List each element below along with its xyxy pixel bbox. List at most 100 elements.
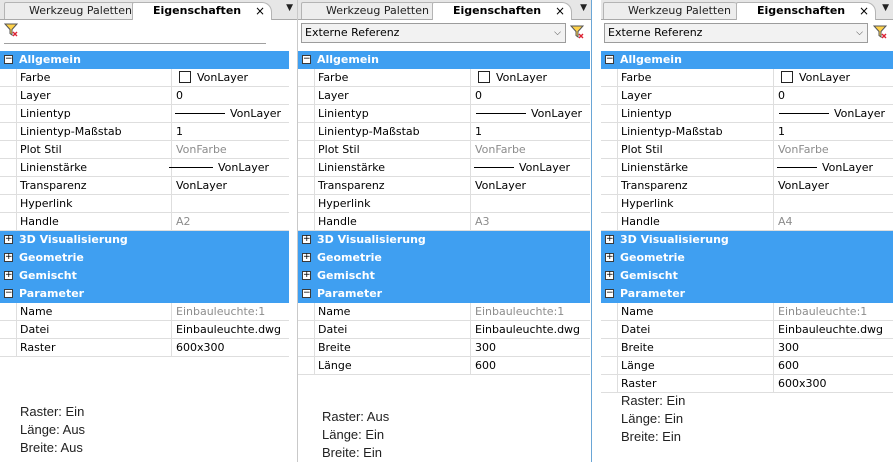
minus-box-icon[interactable]: − <box>4 289 13 298</box>
category-3d-visualization[interactable]: +3D Visualisierung <box>601 231 893 249</box>
minus-box-icon[interactable]: − <box>302 289 311 298</box>
prop-file[interactable]: Datei Einbauleuchte.dwg <box>298 321 590 339</box>
plus-box-icon[interactable]: + <box>4 235 13 244</box>
selection-dropdown[interactable]: Externe Referenz ⌵ <box>604 23 868 43</box>
filter-select-icon[interactable] <box>873 25 887 39</box>
prop-plot-style[interactable]: Plot Stil VonFarbe <box>601 141 893 159</box>
close-icon[interactable]: × <box>255 3 265 19</box>
prop-linetype-scale[interactable]: Linientyp-Maßstab 1 <box>601 123 893 141</box>
panel-menu-icon[interactable]: ▼ <box>882 3 889 13</box>
prop-value: VonLayer <box>475 179 527 192</box>
chevron-down-icon[interactable]: ⌵ <box>554 24 561 42</box>
prop-breite[interactable]: Breite 300 <box>601 339 893 357</box>
note-line: Breite: Aus <box>20 440 83 455</box>
prop-hyperlink[interactable]: Hyperlink <box>0 195 289 213</box>
tab-label: Werkzeug Paletten <box>29 4 132 17</box>
category-parameters[interactable]: − Parameter <box>0 285 289 303</box>
prop-linetype[interactable]: Linientyp VonLayer <box>0 105 289 123</box>
panel-menu-icon[interactable]: ▼ <box>580 3 587 13</box>
plus-box-icon[interactable]: + <box>605 235 614 244</box>
prop-label: Transparenz <box>617 177 774 194</box>
plus-box-icon[interactable]: + <box>302 253 311 262</box>
prop-value: A4 <box>778 215 793 228</box>
prop-handle[interactable]: Handle A3 <box>298 213 590 231</box>
line-sample <box>174 113 225 114</box>
prop-label: Handle <box>617 213 774 230</box>
category-mixed[interactable]: + Gemischt <box>0 267 289 285</box>
category-parameters[interactable]: − Parameter <box>601 285 893 303</box>
minus-box-icon[interactable]: − <box>605 55 614 64</box>
tab-properties[interactable]: Eigenschaften × <box>432 2 572 20</box>
category-parameters[interactable]: − Parameter <box>298 285 590 303</box>
category-general[interactable]: − Allgemein <box>298 51 590 69</box>
prop-lineweight[interactable]: Linienstärke VonLayer <box>601 159 893 177</box>
category-general[interactable]: − Allgemein <box>601 51 893 69</box>
prop-linetype-scale[interactable]: Linientyp-Maßstab 1 <box>0 123 289 141</box>
category-general[interactable]: − Allgemein <box>0 51 289 69</box>
category-geometry[interactable]: + Geometrie <box>298 249 590 267</box>
prop-color[interactable]: Farbe VonLayer <box>298 69 590 87</box>
panel-menu-icon[interactable]: ▼ <box>286 3 293 13</box>
prop-laenge[interactable]: Länge 600 <box>601 357 893 375</box>
prop-raster[interactable]: Raster 600x300 <box>0 339 289 357</box>
minus-box-icon[interactable]: − <box>4 55 13 64</box>
close-icon[interactable]: × <box>859 3 869 19</box>
prop-plot-style[interactable]: Plot Stil VonFarbe <box>298 141 590 159</box>
prop-name[interactable]: Name Einbauleuchte:1 <box>601 303 893 321</box>
tab-tool-palettes[interactable]: Werkzeug Paletten <box>603 2 743 19</box>
tab-properties[interactable]: Eigenschaften × <box>132 2 272 20</box>
plus-box-icon[interactable]: + <box>302 235 311 244</box>
prop-lineweight[interactable]: Linienstärke VonLayer <box>298 159 590 177</box>
minus-box-icon[interactable]: − <box>605 289 614 298</box>
prop-lineweight[interactable]: Linienstärke VonLayer <box>0 159 289 177</box>
chevron-down-icon[interactable]: ⌵ <box>856 24 863 42</box>
category-mixed[interactable]: + Gemischt <box>298 267 590 285</box>
prop-label: Transparenz <box>16 177 172 194</box>
prop-layer[interactable]: Layer 0 <box>298 87 590 105</box>
prop-linetype[interactable]: Linientyp VonLayer <box>298 105 590 123</box>
prop-color[interactable]: Farbe VonLayer <box>601 69 893 87</box>
filter-select-icon[interactable] <box>570 25 584 39</box>
plus-box-icon[interactable]: + <box>605 271 614 280</box>
prop-layer[interactable]: Layer 0 <box>601 87 893 105</box>
tab-tool-palettes[interactable]: Werkzeug Paletten <box>301 2 441 19</box>
property-grid: − Allgemein Farbe VonLayer Layer 0 Linienty… <box>298 51 590 375</box>
prop-name[interactable]: Name Einbauleuchte:1 <box>298 303 590 321</box>
prop-value: VonFarbe <box>778 143 829 156</box>
prop-hyperlink[interactable]: Hyperlink <box>601 195 893 213</box>
plus-box-icon[interactable]: + <box>302 271 311 280</box>
prop-handle[interactable]: Handle A4 <box>601 213 893 231</box>
prop-file[interactable]: Datei Einbauleuchte.dwg <box>0 321 289 339</box>
prop-label: Layer <box>314 87 471 104</box>
prop-transparency[interactable]: Transparenz VonLayer <box>601 177 893 195</box>
prop-linetype[interactable]: Linientyp VonLayer <box>601 105 893 123</box>
tab-bar: Werkzeug Paletten Eigenschaften × ▼ <box>0 0 297 20</box>
category-3d-visualization[interactable]: +3D Visualisierung <box>0 231 289 249</box>
category-geometry[interactable]: + Geometrie <box>601 249 893 267</box>
category-geometry[interactable]: + Geometrie <box>0 249 289 267</box>
prop-plot-style[interactable]: Plot Stil VonFarbe <box>0 141 289 159</box>
prop-laenge[interactable]: Länge 600 <box>298 357 590 375</box>
tab-properties[interactable]: Eigenschaften × <box>736 2 876 20</box>
filter-select-icon[interactable] <box>4 23 18 37</box>
plus-box-icon[interactable]: + <box>4 271 13 280</box>
prop-file[interactable]: Datei Einbauleuchte.dwg <box>601 321 893 339</box>
prop-layer[interactable]: Layer 0 <box>0 87 289 105</box>
prop-transparency[interactable]: Transparenz VonLayer <box>298 177 590 195</box>
minus-box-icon[interactable]: − <box>302 55 311 64</box>
plus-box-icon[interactable]: + <box>4 253 13 262</box>
prop-hyperlink[interactable]: Hyperlink <box>298 195 590 213</box>
category-3d-visualization[interactable]: +3D Visualisierung <box>298 231 590 249</box>
prop-transparency[interactable]: Transparenz VonLayer <box>0 177 289 195</box>
selection-dropdown[interactable]: Externe Referenz ⌵ <box>301 23 566 43</box>
category-mixed[interactable]: + Gemischt <box>601 267 893 285</box>
prop-handle[interactable]: Handle A2 <box>0 213 289 231</box>
tab-tool-palettes[interactable]: Werkzeug Paletten <box>4 2 144 19</box>
prop-name[interactable]: Name Einbauleuchte:1 <box>0 303 289 321</box>
close-icon[interactable]: × <box>555 3 565 19</box>
plus-box-icon[interactable]: + <box>605 253 614 262</box>
prop-raster[interactable]: Raster 600x300 <box>601 375 893 393</box>
prop-linetype-scale[interactable]: Linientyp-Maßstab 1 <box>298 123 590 141</box>
prop-breite[interactable]: Breite 300 <box>298 339 590 357</box>
prop-color[interactable]: Farbe VonLayer <box>0 69 289 87</box>
